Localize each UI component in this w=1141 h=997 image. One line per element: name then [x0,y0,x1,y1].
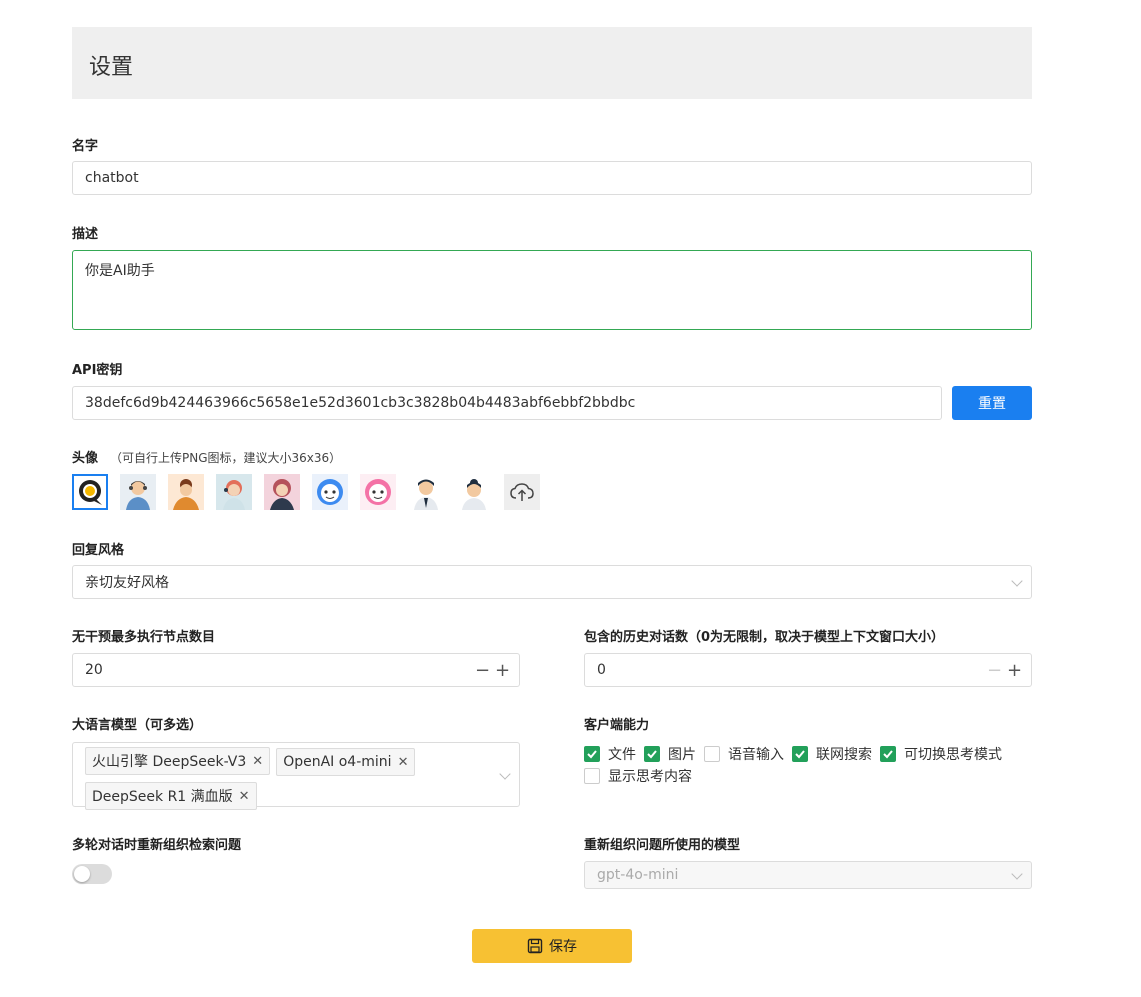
checkbox-voice-input[interactable]: 语音输入 [704,744,784,764]
agent-female-headset-avatar[interactable] [216,474,252,510]
llm-tag-label: OpenAI o4-mini [283,754,392,770]
page-header: 设置 [72,27,1032,99]
checkbox-unchecked-icon [704,746,720,762]
avatar-label-text: 头像 [72,451,99,466]
checkbox-label: 可切换思考模式 [904,747,1002,763]
reply-style-select[interactable]: 亲切友好风格 [72,565,1032,599]
description-textarea[interactable]: 你是AI助手 [72,250,1032,330]
checkbox-unchecked-icon [584,768,600,784]
llm-tag-label: 火山引擎 DeepSeek-V3 [92,754,247,770]
llm-multiselect[interactable]: 火山引擎 DeepSeek-V3 ✕ OpenAI o4-mini ✕ DeepSeek… [72,742,520,810]
save-button-label: 保存 [549,939,577,955]
max-nodes-stepper: − + [475,654,510,686]
close-icon[interactable]: ✕ [398,755,409,770]
checkbox-checked-icon [880,746,896,762]
chevron-down-icon [1011,575,1023,587]
name-label: 名字 [72,139,99,154]
description-label: 描述 [72,227,99,242]
llm-tag: OpenAI o4-mini ✕ [276,748,416,776]
llm-tag: DeepSeek R1 满血版 ✕ [85,782,257,810]
llm-tag-label: DeepSeek R1 满血版 [92,789,233,805]
checkbox-label: 语音输入 [728,747,784,763]
checkbox-label: 显示思考内容 [608,769,692,785]
checkbox-checked-icon [792,746,808,762]
chat-bubble-avatar[interactable] [72,474,108,510]
woman-business-avatar[interactable] [456,474,492,510]
agent-male-avatar[interactable] [120,474,156,510]
minus-icon[interactable]: − [475,660,490,681]
checkbox-label: 图片 [668,747,696,763]
client-label: 客户端能力 [584,718,650,733]
save-button[interactable]: 保存 [472,929,632,963]
rewrite-model-placeholder: gpt-4o-mini [597,867,679,883]
api-key-label: API密钥 [72,363,123,378]
llm-tag: 火山引擎 DeepSeek-V3 ✕ [85,747,271,775]
toggle-knob [74,866,90,882]
cloud-upload-icon[interactable] [504,474,540,510]
max-nodes-label: 无干预最多执行节点数目 [72,630,216,645]
robot-pink-avatar[interactable] [360,474,396,510]
name-input[interactable]: chatbot [72,161,1032,195]
checkbox-label: 联网搜索 [816,747,872,763]
checkbox-checked-icon [644,746,660,762]
max-nodes-input[interactable]: 20 − + [72,653,520,687]
chevron-down-icon [1011,868,1023,880]
client-options-row-1: 文件 图片 语音输入 联网搜索 可切换思考模式 [584,744,1010,764]
reply-style-value: 亲切友好风格 [85,575,169,591]
man-business-avatar[interactable] [408,474,444,510]
rewrite-label: 多轮对话时重新组织检索问题 [72,838,242,853]
rewrite-toggle[interactable] [72,864,112,884]
checkbox-show-thinking[interactable]: 显示思考内容 [584,766,692,786]
chevron-down-icon [499,767,511,780]
agent-female-curly-avatar[interactable] [168,474,204,510]
close-icon[interactable]: ✕ [239,789,250,804]
plus-icon[interactable]: + [495,660,510,681]
page-title: 设置 [89,55,134,80]
rewrite-model-select[interactable]: gpt-4o-mini [584,861,1032,889]
reset-button[interactable]: 重置 [952,386,1032,420]
avatar-hint: （可自行上传PNG图标，建议大小36x36） [110,451,342,465]
robot-blue-avatar[interactable] [312,474,348,510]
history-count-label: 包含的历史对话数（0为无限制，取决于模型上下文窗口大小） [584,630,945,645]
plus-icon[interactable]: + [1007,660,1022,681]
llm-label: 大语言模型（可多选） [72,718,203,733]
agent-female-pink-avatar[interactable] [264,474,300,510]
checkbox-file[interactable]: 文件 [584,744,636,764]
history-count-input[interactable]: 0 − + [584,653,1032,687]
client-options-row-2: 显示思考内容 [584,766,700,786]
save-icon [527,938,543,954]
checkbox-image[interactable]: 图片 [644,744,696,764]
avatar-label: 头像 （可自行上传PNG图标，建议大小36x36） [72,447,341,466]
checkbox-label: 文件 [608,747,636,763]
rewrite-model-label: 重新组织问题所使用的模型 [584,838,741,853]
minus-icon[interactable]: − [987,660,1002,681]
reply-style-label: 回复风格 [72,543,125,558]
history-count-stepper: − + [987,654,1022,686]
checkbox-checked-icon [584,746,600,762]
checkbox-thinking-mode[interactable]: 可切换思考模式 [880,744,1002,764]
api-key-input[interactable]: 38defc6d9b424463966c5658e1e52d3601cb3c38… [72,386,942,420]
close-icon[interactable]: ✕ [252,754,263,769]
max-nodes-value: 20 [85,662,103,678]
checkbox-web-search[interactable]: 联网搜索 [792,744,872,764]
history-count-value: 0 [597,662,606,678]
